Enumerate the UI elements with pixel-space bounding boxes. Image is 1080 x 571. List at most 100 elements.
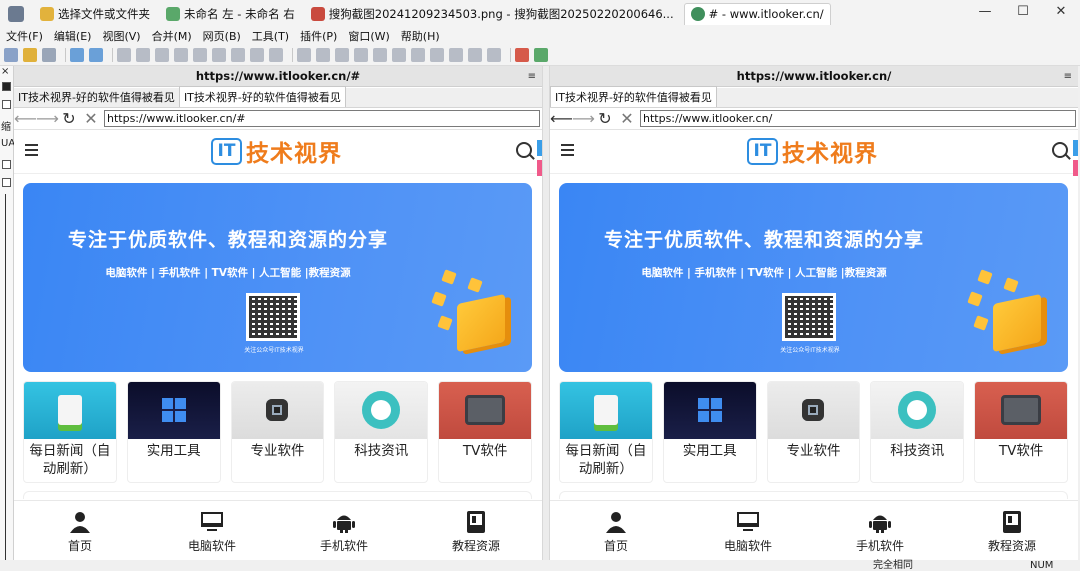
search-icon[interactable] <box>516 142 532 158</box>
checkbox[interactable] <box>2 82 11 91</box>
pane-splitter[interactable] <box>542 66 550 560</box>
redo-icon[interactable] <box>89 48 103 62</box>
maximize-button[interactable]: ☐ <box>1008 4 1038 22</box>
category-label: 实用工具 <box>682 443 737 459</box>
category-card-tools[interactable]: 实用工具 <box>126 381 221 483</box>
category-card-tv[interactable]: TV软件 <box>974 381 1068 483</box>
browser-tab[interactable]: IT技术视界-好的软件值得被看见 <box>178 86 346 107</box>
copy-right-icon[interactable] <box>155 48 169 62</box>
category-card-news[interactable]: 每日新闻（自动刷新） <box>559 381 653 483</box>
menu-bar: 文件(F) 编辑(E) 视图(V) 合并(M) 网页(B) 工具(T) 插件(P… <box>0 27 1080 45</box>
nav-row: ⟵ ⟶ ↻ ✕ https://www.itlooker.cn/ <box>550 109 1078 130</box>
tab-web-compare[interactable]: # - www.itlooker.cn/ <box>683 2 831 25</box>
first-diff-icon[interactable] <box>250 48 264 62</box>
save-icon[interactable] <box>42 48 56 62</box>
category-card-tech[interactable]: 科技资讯 <box>870 381 965 483</box>
num-lock-indicator: NUM <box>1030 560 1054 571</box>
reload-icon[interactable]: ↻ <box>594 109 616 129</box>
copy-left-icon[interactable] <box>136 48 150 62</box>
hero-banner[interactable]: 专注于优质软件、教程和资源的分享 电脑软件 | 手机软件 | TV软件 | 人工… <box>559 183 1068 372</box>
site-logo[interactable]: IT 技术视界 <box>211 137 342 167</box>
align-right-icon[interactable] <box>468 48 482 62</box>
bottom-nav-home[interactable]: 首页 <box>550 501 682 560</box>
split-icon[interactable] <box>487 48 501 62</box>
checkbox[interactable] <box>2 178 11 187</box>
menu-file[interactable]: 文件(F) <box>6 28 43 44</box>
forward-icon[interactable]: ⟶ <box>572 109 595 129</box>
last-diff-icon[interactable] <box>269 48 283 62</box>
menu-web[interactable]: 网页(B) <box>203 28 241 44</box>
category-card-news[interactable]: 每日新闻（自动刷新） <box>23 381 117 483</box>
tab-select-file[interactable]: 选择文件或文件夹 <box>34 3 156 25</box>
category-card-pro[interactable]: 专业软件 <box>766 381 861 483</box>
back-icon[interactable]: ⟵ <box>550 109 573 129</box>
options-icon[interactable] <box>515 48 529 62</box>
forward-icon[interactable]: ⟶ <box>36 109 59 129</box>
hero-banner[interactable]: 专注于优质软件、教程和资源的分享 电脑软件 | 手机软件 | TV软件 | 人工… <box>23 183 532 372</box>
category-card-tools[interactable]: 实用工具 <box>662 381 757 483</box>
bottom-nav-home[interactable]: 首页 <box>14 501 146 560</box>
bottom-nav-pc[interactable]: 电脑软件 <box>682 501 814 560</box>
layout-icon[interactable] <box>411 48 425 62</box>
pane-menu-icon[interactable]: ≡ <box>1064 66 1072 87</box>
url-input[interactable]: https://www.itlooker.cn/ <box>640 110 1076 127</box>
category-label: 专业软件 <box>250 443 305 459</box>
merge-all-icon[interactable] <box>193 48 207 62</box>
close-icon[interactable]: × <box>1 66 9 77</box>
align-left-icon[interactable] <box>430 48 444 62</box>
sync-left-icon[interactable] <box>373 48 387 62</box>
arrow-left-icon[interactable] <box>316 48 330 62</box>
app-icon[interactable] <box>8 5 24 22</box>
bottom-nav-mobile[interactable]: 手机软件 <box>814 501 946 560</box>
bottom-nav-pc[interactable]: 电脑软件 <box>146 501 278 560</box>
align-center-icon[interactable] <box>449 48 463 62</box>
checkbox[interactable] <box>2 100 11 109</box>
undo-icon[interactable] <box>70 48 84 62</box>
menu-tools[interactable]: 工具(T) <box>252 28 289 44</box>
next-diff-icon[interactable] <box>231 48 245 62</box>
stop-icon[interactable]: ✕ <box>616 109 638 129</box>
menu-icon[interactable] <box>25 144 38 156</box>
toolbar <box>0 45 1080 66</box>
category-card-tech[interactable]: 科技资讯 <box>334 381 429 483</box>
merge-icon[interactable] <box>174 48 188 62</box>
url-input[interactable]: https://www.itlooker.cn/# <box>104 110 540 127</box>
arrow-down-icon[interactable] <box>354 48 368 62</box>
reload-icon[interactable]: ↻ <box>58 109 80 129</box>
arrow-right-icon[interactable] <box>297 48 311 62</box>
menu-merge[interactable]: 合并(M) <box>152 28 192 44</box>
menu-help[interactable]: 帮助(H) <box>401 28 440 44</box>
browser-tab[interactable]: IT技术视界-好的软件值得被看见 <box>14 87 179 107</box>
bottom-nav: 首页 电脑软件 手机软件 教程资源 <box>550 500 1078 560</box>
minimize-button[interactable]: — <box>970 4 1000 22</box>
bottom-nav-tutorial[interactable]: 教程资源 <box>410 501 542 560</box>
pane-menu-icon[interactable]: ≡ <box>528 66 536 87</box>
bottom-nav-mobile[interactable]: 手机软件 <box>278 501 410 560</box>
refresh-icon[interactable] <box>534 48 548 62</box>
new-icon[interactable] <box>4 48 18 62</box>
search-icon[interactable] <box>1052 142 1068 158</box>
category-card-tv[interactable]: TV软件 <box>438 381 532 483</box>
menu-icon[interactable] <box>561 144 574 156</box>
back-icon[interactable]: ⟵ <box>14 109 37 129</box>
bottom-nav-tutorial[interactable]: 教程资源 <box>946 501 1078 560</box>
sync-right-icon[interactable] <box>392 48 406 62</box>
print-icon[interactable] <box>117 48 131 62</box>
menu-window[interactable]: 窗口(W) <box>348 28 389 44</box>
site-logo[interactable]: IT 技术视界 <box>747 137 878 167</box>
tab-untitled-compare[interactable]: 未命名 左 - 未命名 右 <box>160 3 301 25</box>
arrow-up-icon[interactable] <box>335 48 349 62</box>
prev-diff-icon[interactable] <box>212 48 226 62</box>
close-button[interactable]: ✕ <box>1046 4 1076 22</box>
menu-plugins[interactable]: 插件(P) <box>300 28 337 44</box>
category-label: 科技资讯 <box>354 443 409 459</box>
category-card-pro[interactable]: 专业软件 <box>230 381 325 483</box>
browser-tab[interactable]: IT技术视界-好的软件值得被看见 <box>550 86 717 107</box>
menu-view[interactable]: 视图(V) <box>102 28 140 44</box>
stop-icon[interactable]: ✕ <box>80 109 102 129</box>
open-icon[interactable] <box>23 48 37 62</box>
menu-edit[interactable]: 编辑(E) <box>54 28 92 44</box>
dropdown[interactable] <box>2 160 11 169</box>
tab-image-compare[interactable]: 搜狗截图20241209234503.png - 搜狗截图20250220200… <box>305 3 680 25</box>
content-card-edge <box>23 491 532 499</box>
